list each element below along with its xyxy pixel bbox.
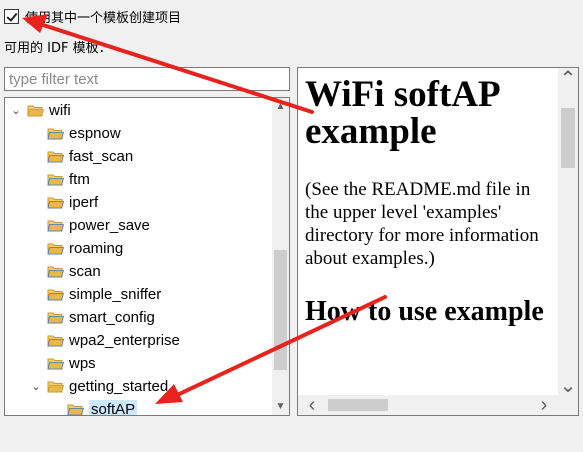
preview-horizontal-scrollbar[interactable]: ‹ ›	[298, 394, 578, 416]
tree-item-wpa2-enterprise[interactable]: wpa2_enterprise	[47, 329, 180, 352]
template-tree[interactable]: ⌄ wifi espnow fast_scan ftm iperf power_…	[4, 97, 290, 416]
folder-icon	[67, 404, 84, 415]
collapse-chevron-icon[interactable]: ⌄	[29, 380, 43, 394]
tree-item-label: ftm	[69, 170, 90, 188]
create-from-template-option[interactable]: 使用其中一个模板创建项目	[4, 6, 181, 26]
folder-icon	[47, 197, 64, 209]
tree-item-roaming[interactable]: roaming	[47, 237, 123, 260]
tree-item-label: wifi	[49, 101, 71, 119]
tree-item-scan[interactable]: scan	[47, 260, 101, 283]
tree-item-label: fast_scan	[69, 147, 134, 165]
preview-paragraph: (See the README.md file in the upper lev…	[305, 179, 539, 269]
tree-item-wps[interactable]: wps	[47, 352, 96, 375]
create-from-template-label: 使用其中一个模板创建项目	[25, 10, 182, 26]
tree-item-label: espnow	[69, 124, 121, 142]
preview-title: WiFi softAP example	[305, 74, 499, 152]
scroll-down-icon[interactable]: ▼	[272, 398, 289, 415]
scroll-down-icon[interactable]: ⌄	[558, 375, 578, 397]
tree-item-label: wpa2_enterprise	[69, 331, 180, 349]
tree-item-label: smart_config	[69, 308, 155, 326]
open-folder-icon	[47, 381, 64, 393]
tree-item-getting-started[interactable]: ⌄ getting_started	[29, 375, 168, 398]
tree-item-power-save[interactable]: power_save	[47, 214, 150, 237]
available-templates-label: 可用的 IDF 模板：	[4, 41, 112, 56]
folder-icon	[47, 128, 64, 140]
folder-icon	[47, 220, 64, 232]
preview-vertical-scrollbar[interactable]: ⌃ ⌄	[558, 68, 578, 397]
tree-item-espnow[interactable]: espnow	[47, 122, 121, 145]
folder-icon	[47, 174, 64, 186]
tree-item-label: power_save	[69, 216, 150, 234]
folder-icon	[47, 266, 64, 278]
folder-icon	[47, 335, 64, 347]
tree-item-label: iperf	[69, 193, 99, 211]
template-filter-input[interactable]	[4, 67, 290, 91]
create-from-template-checkbox[interactable]	[4, 8, 19, 24]
folder-icon	[47, 358, 64, 370]
tree-item-fast-scan[interactable]: fast_scan	[47, 145, 133, 168]
tree-item-label: wps	[69, 354, 96, 372]
folder-icon	[47, 312, 64, 324]
folder-icon	[47, 243, 64, 255]
scrollbar-thumb[interactable]	[328, 399, 388, 411]
collapse-chevron-icon[interactable]: ⌄	[9, 104, 23, 118]
tree-item-label: scan	[69, 262, 101, 280]
tree-item-smart-config[interactable]: smart_config	[47, 306, 155, 329]
tree-vertical-scrollbar[interactable]: ▲ ▼	[272, 98, 289, 415]
template-preview: WiFi softAP example (See the README.md f…	[297, 67, 579, 416]
scroll-up-icon[interactable]: ⌃	[558, 68, 578, 90]
tree-item-label: getting_started	[69, 377, 169, 395]
preview-heading: How to use example	[305, 296, 544, 327]
tree-item-simple-sniffer[interactable]: simple_sniffer	[47, 283, 161, 306]
folder-icon	[47, 151, 64, 163]
open-folder-icon	[27, 105, 44, 117]
scrollbar-thumb[interactable]	[274, 250, 287, 370]
tree-item-ftm[interactable]: ftm	[47, 168, 90, 191]
tree-item-label: roaming	[69, 239, 124, 257]
tree-item-label: softAP	[89, 399, 138, 415]
scroll-right-icon[interactable]: ›	[534, 394, 554, 416]
tree-item-iperf[interactable]: iperf	[47, 191, 98, 214]
scroll-left-icon[interactable]: ‹	[302, 394, 322, 416]
tree-item-label: simple_sniffer	[69, 285, 162, 303]
scrollbar-thumb[interactable]	[561, 108, 575, 168]
folder-icon	[47, 289, 64, 301]
tree-item-wifi[interactable]: ⌄ wifi	[9, 99, 71, 122]
tree-item-softap[interactable]: softAP	[67, 398, 138, 415]
scroll-up-icon[interactable]: ▲	[272, 98, 289, 115]
